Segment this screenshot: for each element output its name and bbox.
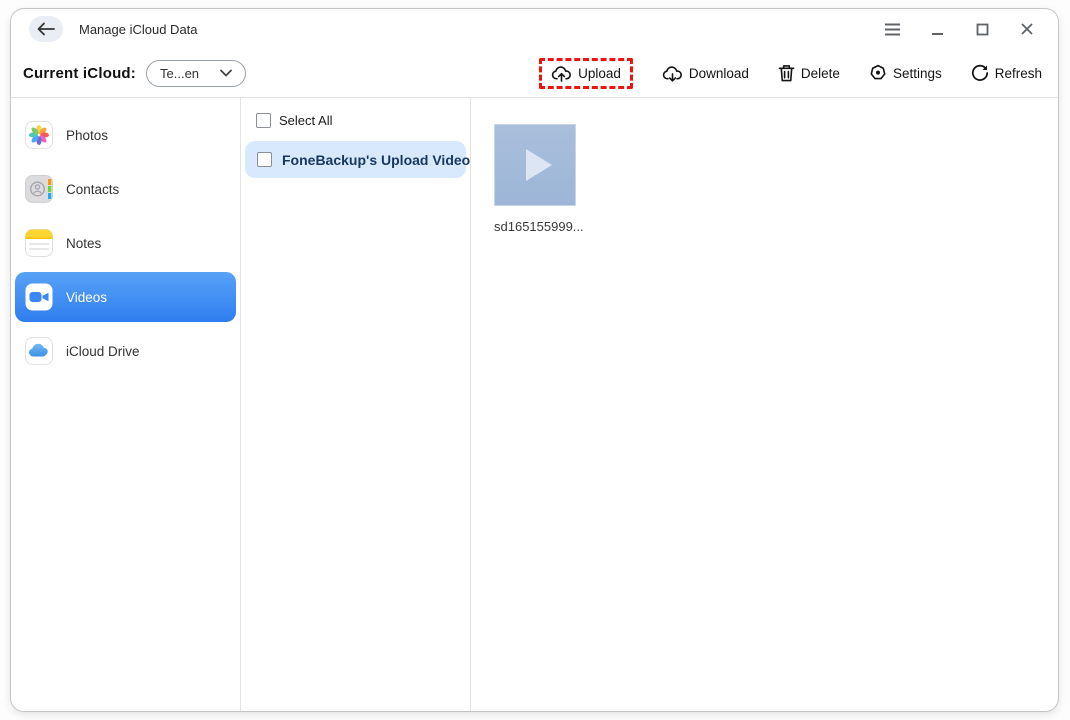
icloud-drive-icon bbox=[25, 337, 53, 365]
select-all-label: Select All bbox=[279, 113, 333, 128]
download-button[interactable]: Download bbox=[662, 65, 749, 82]
select-all-checkbox[interactable] bbox=[256, 113, 271, 128]
minimize-icon[interactable] bbox=[928, 20, 946, 38]
content-area: Photos Contacts Notes Videos iCloud Driv… bbox=[11, 98, 1058, 711]
trash-icon bbox=[778, 64, 795, 82]
album-label: FoneBackup's Upload Video bbox=[282, 151, 471, 168]
photos-icon bbox=[25, 121, 53, 149]
settings-label: Settings bbox=[892, 65, 942, 81]
app-window: Manage iCloud Data Current iCloud: Te...… bbox=[10, 8, 1059, 712]
delete-button[interactable]: Delete bbox=[778, 64, 840, 82]
window-controls bbox=[883, 20, 1040, 38]
video-file-item[interactable]: sd165155999... bbox=[494, 124, 584, 234]
refresh-button[interactable]: Refresh bbox=[971, 64, 1042, 82]
download-label: Download bbox=[688, 65, 749, 81]
sidebar-label-notes: Notes bbox=[66, 235, 102, 251]
sidebar-item-notes[interactable]: Notes bbox=[15, 218, 236, 268]
files-panel: sd165155999... bbox=[471, 98, 1058, 711]
sidebar-label-videos: Videos bbox=[66, 289, 108, 305]
settings-button[interactable]: Settings bbox=[869, 64, 942, 82]
hamburger-menu-icon[interactable] bbox=[883, 20, 901, 38]
sidebar-item-contacts[interactable]: Contacts bbox=[15, 164, 236, 214]
titlebar: Manage iCloud Data bbox=[11, 9, 1058, 49]
delete-label: Delete bbox=[800, 65, 840, 81]
page-title: Manage iCloud Data bbox=[79, 21, 198, 37]
toolbar-actions: Upload Download Delete Settings Refresh bbox=[539, 57, 1042, 89]
video-filename: sd165155999... bbox=[494, 219, 584, 234]
chevron-down-icon bbox=[220, 69, 232, 77]
gear-icon bbox=[869, 64, 887, 82]
refresh-label: Refresh bbox=[994, 65, 1042, 81]
back-button[interactable] bbox=[29, 16, 63, 42]
close-icon[interactable] bbox=[1018, 20, 1036, 38]
album-panel: Select All FoneBackup's Upload Video bbox=[241, 98, 471, 711]
upload-label: Upload bbox=[578, 65, 621, 81]
account-dropdown-value: Te...en bbox=[160, 65, 200, 81]
album-checkbox[interactable] bbox=[257, 152, 272, 167]
account-dropdown[interactable]: Te...en bbox=[146, 59, 246, 87]
upload-highlight-box: Upload bbox=[539, 57, 633, 89]
sidebar-item-icloud-drive[interactable]: iCloud Drive bbox=[15, 326, 236, 376]
video-thumbnail[interactable] bbox=[494, 124, 576, 206]
cloud-upload-icon bbox=[551, 65, 572, 82]
sidebar: Photos Contacts Notes Videos iCloud Driv… bbox=[11, 98, 241, 711]
contacts-icon bbox=[25, 175, 53, 203]
upload-button[interactable]: Upload bbox=[551, 65, 621, 82]
select-all-row[interactable]: Select All bbox=[241, 113, 470, 128]
album-item-fonebackup-upload-video[interactable]: FoneBackup's Upload Video bbox=[245, 141, 470, 178]
current-icloud-label: Current iCloud: bbox=[23, 64, 136, 82]
back-arrow-icon bbox=[37, 22, 55, 36]
sidebar-item-photos[interactable]: Photos bbox=[15, 110, 236, 160]
sidebar-label-icloud-drive: iCloud Drive bbox=[66, 343, 140, 359]
sidebar-label-contacts: Contacts bbox=[66, 181, 120, 197]
play-icon bbox=[526, 149, 552, 181]
refresh-icon bbox=[971, 64, 989, 82]
sidebar-label-photos: Photos bbox=[66, 127, 109, 143]
videos-icon bbox=[25, 283, 53, 311]
sidebar-item-videos[interactable]: Videos bbox=[15, 272, 236, 322]
notes-icon bbox=[25, 229, 53, 257]
toolbar: Current iCloud: Te...en Upload Download … bbox=[11, 49, 1058, 98]
cloud-download-icon bbox=[662, 65, 683, 82]
maximize-icon[interactable] bbox=[973, 20, 991, 38]
